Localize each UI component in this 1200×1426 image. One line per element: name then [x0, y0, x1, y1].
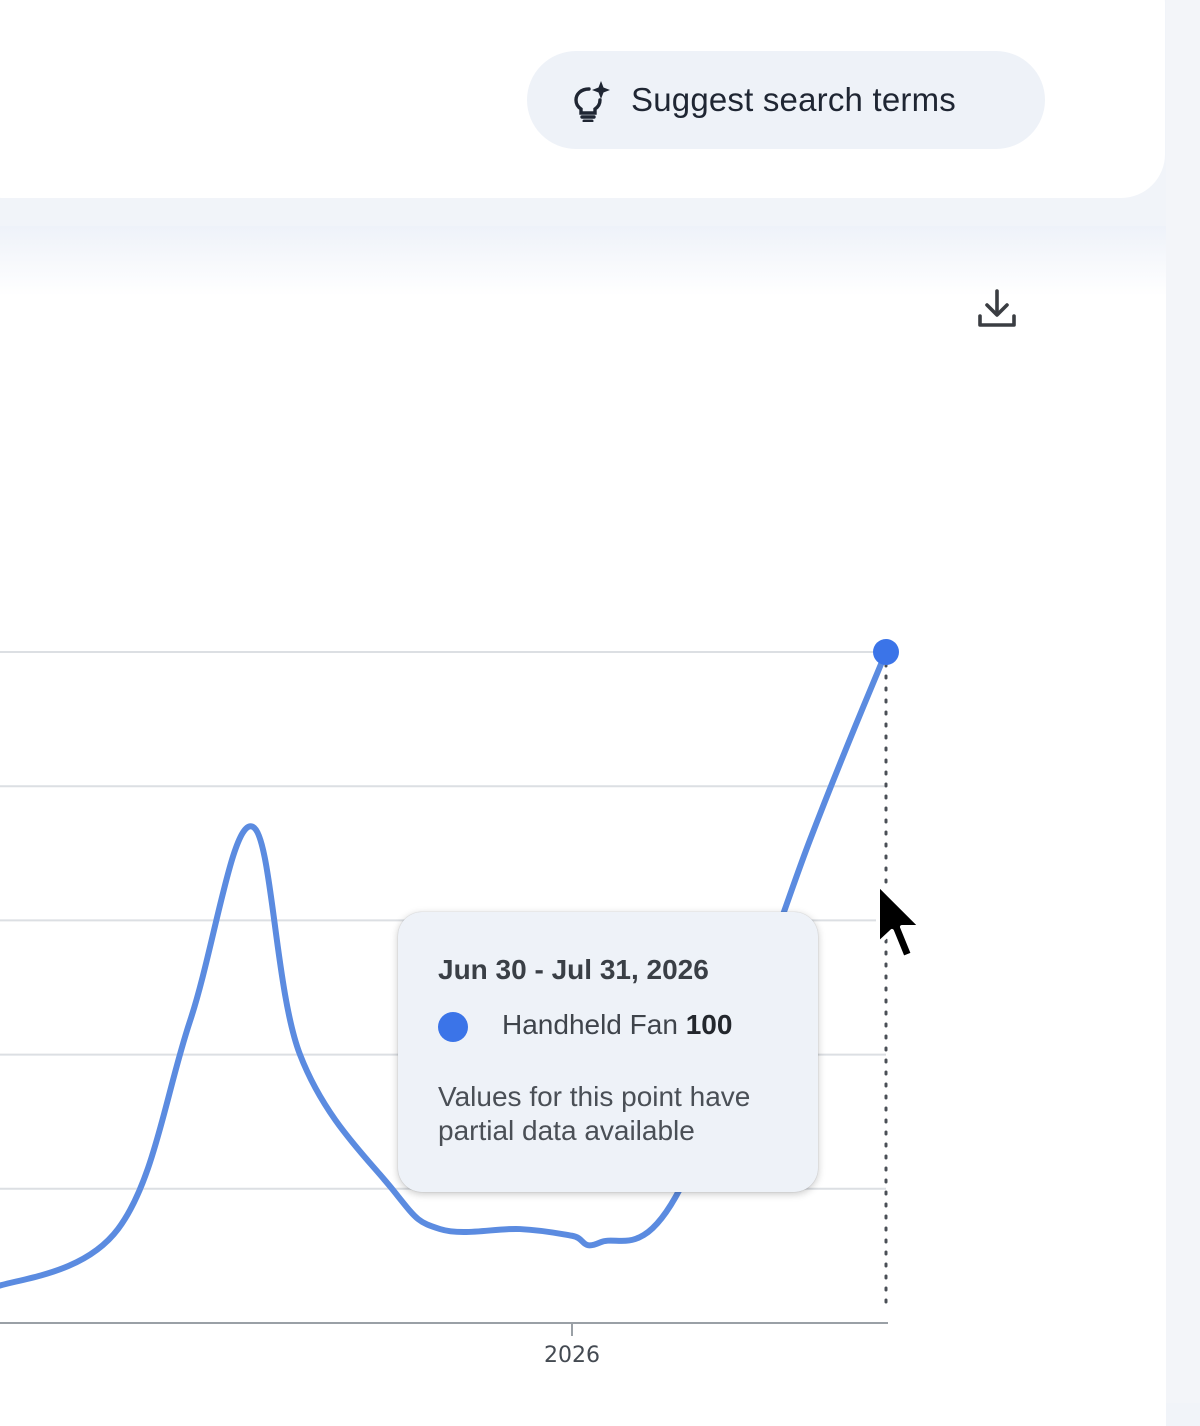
mouse-cursor-icon [876, 882, 923, 960]
x-tick-label: 2026 [544, 1343, 600, 1368]
tooltip-date: Jun 30 - Jul 31, 2026 [438, 954, 709, 985]
interest-over-time-chart: 2026 [0, 639, 899, 1368]
data-tooltip: Jun 30 - Jul 31, 2026 Handheld Fan 100 V… [398, 912, 818, 1192]
tooltip-series-value: 100 [685, 1009, 733, 1040]
tooltip-series-name: Handheld Fan [502, 1009, 678, 1040]
tooltip-note: Values for this point have partial data … [438, 1081, 751, 1146]
tooltip-series: Handheld Fan 100 [502, 1009, 732, 1041]
highlight-point[interactable] [873, 639, 899, 665]
tooltip-series-dot [438, 1012, 468, 1042]
